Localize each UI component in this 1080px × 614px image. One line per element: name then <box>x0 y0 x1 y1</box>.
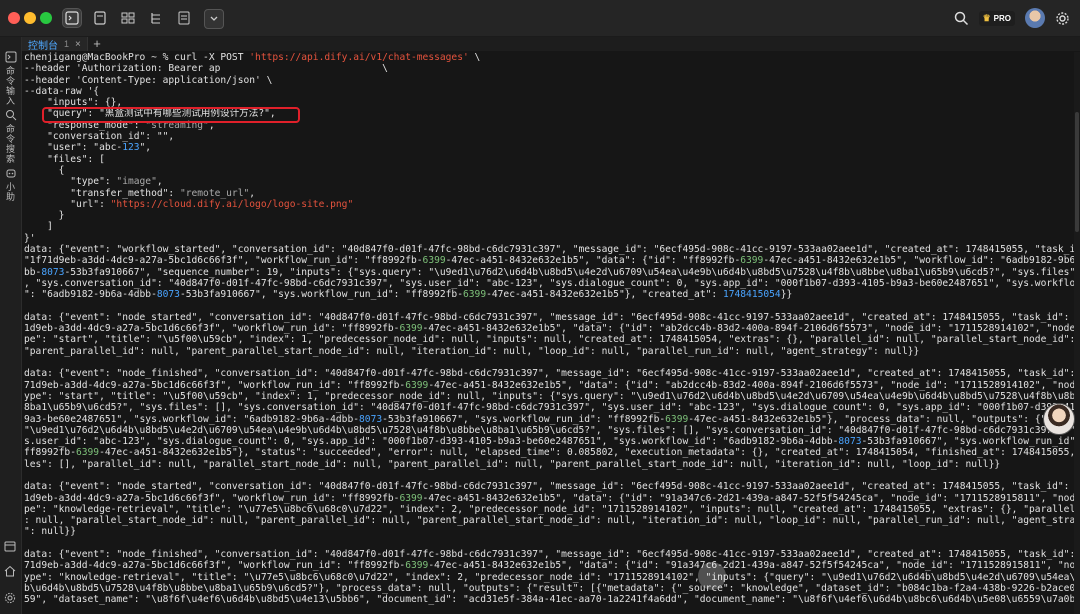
terminal-line: 59", "dataset_name": "\u8f6f\u4ef6\u6d4b… <box>24 594 1074 606</box>
tree-button[interactable] <box>147 9 165 27</box>
scrollbar-thumb[interactable] <box>1075 112 1079 232</box>
terminal-line: chenjigang@MacBookPro ~ % curl -X POST '… <box>24 52 481 63</box>
terminal-line: b\u6d4b\u8bd5\u7528\u4f8b\u8bbe\u8ba1\u6… <box>24 582 1074 594</box>
tab-console[interactable]: 控制台 1 × <box>22 37 88 52</box>
sidebar-item-command-input[interactable]: 命令输入 <box>2 51 19 106</box>
home-icon[interactable] <box>4 565 16 577</box>
terminal-line: data: {"event": "workflow_started", "con… <box>24 244 1074 256</box>
terminal-line: ff8992fb-6399-47ec-a451-8432e632e1b5"}, … <box>24 447 1074 459</box>
terminal-line: "url": "https://cloud.dify.ai/logo/logo-… <box>24 198 354 210</box>
maximize-window-button[interactable] <box>40 12 52 24</box>
terminal-toggle-button[interactable] <box>62 8 82 28</box>
terminal-line: "parent_parallel_id": null, "parent_para… <box>24 345 920 357</box>
terminal-line: data: {"event": "node_started", "convers… <box>24 311 1074 323</box>
terminal-line: s.user_id": "abc-123", "sys.dialogue_cou… <box>24 436 1074 448</box>
close-tab-icon[interactable]: × <box>75 39 81 50</box>
user-avatar[interactable] <box>1025 8 1045 28</box>
terminal-line: 71d9eb-a3dd-4dc9-a27a-5bc1d6c66f3f", "wo… <box>24 379 1074 391</box>
terminal-line: 1d9eb-a3dd-4dc9-a27a-5bc1d6c66f3f", "wor… <box>24 492 1074 504</box>
grid-button[interactable] <box>119 9 137 27</box>
pro-badge[interactable]: ♛ PRO <box>978 10 1015 26</box>
settings-icon[interactable] <box>1055 11 1070 26</box>
terminal-line: ype": "knowledge-retrieval", "title": "\… <box>24 571 1074 583</box>
terminal-line: "type": "image", <box>24 176 163 188</box>
terminal-line: 9a3-be60e2487651", "sys.workflow_id": "6… <box>24 413 1074 425</box>
list-icon <box>178 11 190 25</box>
gear-icon[interactable] <box>4 592 16 604</box>
document-button[interactable] <box>91 9 109 27</box>
sidebar-item-assistant[interactable]: 小助 <box>2 167 19 202</box>
assistant-icon <box>6 169 15 178</box>
tab-number: 1 <box>64 39 70 49</box>
terminal-line: "user": "abc-123", <box>24 142 152 154</box>
search-icon[interactable] <box>954 11 969 26</box>
terminal-icon <box>5 51 16 63</box>
terminal-line: , "sys.conversation_id": "40d847f0-d01f-… <box>24 277 1074 289</box>
tab-label: 控制台 <box>28 40 58 52</box>
terminal-line: data: {"event": "node_finished", "conver… <box>24 549 1074 561</box>
floating-assistant-avatar[interactable] <box>1043 403 1075 435</box>
terminal-line: pe": "start", "title": "\u5f00\u59cb", "… <box>24 334 1074 346</box>
terminal-line: "conversation_id": "", <box>24 131 175 143</box>
terminal-line: { <box>24 164 65 176</box>
terminal-line: ": "6adb9182-9b6a-4dbb-8073-53b3fa910667… <box>24 289 793 301</box>
terminal-line: --header 'Content-Type: application/json… <box>24 74 273 86</box>
minimize-window-button[interactable] <box>24 12 36 24</box>
terminal-line: 1d9eb-a3dd-4dc9-a27a-5bc1d6c66f3f", "wor… <box>24 323 1074 335</box>
terminal-line: --data-raw '{ <box>24 85 100 97</box>
terminal-line: } <box>24 210 65 222</box>
right-toolbar: ♛ PRO <box>954 7 1070 29</box>
new-tab-button[interactable]: + <box>90 37 104 51</box>
sidebar-item-label: 命令搜索 <box>5 124 15 164</box>
terminal-line: }' <box>24 232 36 244</box>
terminal-icon <box>65 11 79 25</box>
sidebar-item-label: 命令输入 <box>5 66 15 106</box>
tree-icon <box>151 13 160 24</box>
terminal-output[interactable]: chenjigang@MacBookPro ~ % curl -X POST '… <box>24 52 1074 614</box>
tab-strip: 控制台 1 × + <box>22 37 1080 52</box>
calendar-icon[interactable] <box>4 540 16 552</box>
terminal-line: ": null}} <box>24 526 76 538</box>
sidebar-item-command-search[interactable]: 命令搜索 <box>2 109 19 164</box>
crown-icon: ♛ <box>982 12 991 23</box>
terminal-line: les": [], "parallel_id": null, "parallel… <box>24 458 1001 470</box>
more-dropdown-button[interactable] <box>204 9 224 29</box>
terminal-line: "\u9ed1\u76d2\u6d4b\u8bd5\u4e2d\u6709\u5… <box>24 424 1074 436</box>
grid-icon <box>121 12 135 24</box>
terminal-line: "1f71d9eb-a3dd-4dc9-a27a-5bc1d6c66f3f", … <box>24 255 1074 267</box>
terminal-line: 71d9eb-a3dd-4dc9-a27a-5bc1d6c66f3f", "wo… <box>24 560 1074 572</box>
terminal-scrollbar[interactable] <box>1074 52 1080 614</box>
terminal-line: data: {"event": "node_started", "convers… <box>24 481 1074 493</box>
pro-badge-label: PRO <box>993 13 1011 23</box>
watermark-logo-icon <box>698 562 726 590</box>
terminal-line: : null, "parallel_start_node_id": null, … <box>24 515 1074 527</box>
chevron-down-icon <box>210 16 218 21</box>
search-icon <box>5 110 16 121</box>
title-bar: ♛ PRO <box>0 0 1080 37</box>
sidebar-item-label: 小助 <box>5 182 15 202</box>
document-icon <box>94 11 106 25</box>
query-highlight-box <box>42 107 300 123</box>
terminal-line: "transfer_method": "remote_url", <box>24 187 256 199</box>
terminal-line: 8ba1\u65b9\u6cd5?", "sys.files": [], "sy… <box>24 402 1074 414</box>
terminal-line: pe": "knowledge-retrieval", "title": "\u… <box>24 503 1074 515</box>
terminal-line: data: {"event": "node_finished", "conver… <box>24 368 1074 380</box>
list-button[interactable] <box>175 9 193 27</box>
terminal-line: ] <box>24 221 53 233</box>
left-sidebar: 命令输入 命令搜索 小助 <box>0 37 22 614</box>
close-window-button[interactable] <box>8 12 20 24</box>
terminal-line: "files": [ <box>24 153 105 165</box>
terminal-line: bb-8073-53b3fa910667", "sequence_number"… <box>24 266 1074 278</box>
terminal-line: --header 'Authorization: Bearer ap \ <box>24 63 388 75</box>
terminal-line: ype": "start", "title": "\u5f00\u59cb", … <box>24 390 1074 402</box>
